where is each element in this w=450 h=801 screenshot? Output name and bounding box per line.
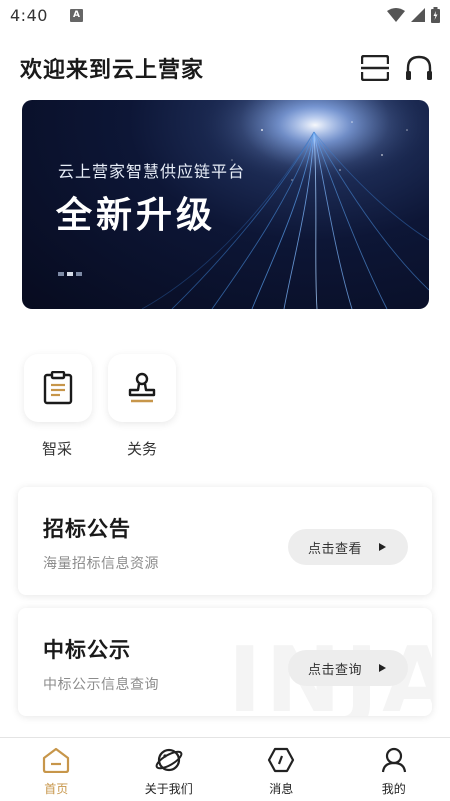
shortcut-label: 关务: [126, 440, 157, 458]
play-arrow-icon: [379, 543, 386, 551]
message-icon: [268, 747, 295, 773]
wifi-icon: [387, 8, 405, 22]
query-button-label: 点击查询: [308, 662, 363, 678]
nav-label: 首页: [44, 782, 69, 796]
card-title: 中标公示: [43, 638, 131, 662]
battery-icon: [431, 7, 440, 23]
nav-item-about-us[interactable]: 关于我们: [113, 738, 226, 801]
scan-button[interactable]: [359, 52, 391, 84]
banner-dot[interactable]: [58, 272, 64, 276]
bottom-nav: 首页 关于我们 消息 我的: [0, 737, 450, 801]
nav-label: 我的: [381, 782, 406, 796]
scan-icon: [361, 55, 389, 81]
nav-item-messages[interactable]: 消息: [225, 738, 338, 801]
shortcut-customs[interactable]: 关务: [108, 354, 176, 459]
customer-service-button[interactable]: [403, 52, 435, 84]
promo-banner[interactable]: 云上营家智慧供应链平台 全新升级: [22, 100, 429, 309]
status-icons: [387, 7, 440, 23]
user-icon-wrap: [379, 746, 409, 774]
nav-item-home[interactable]: 首页: [0, 738, 113, 801]
banner-subtitle: 云上营家智慧供应链平台: [58, 162, 246, 181]
stamp-icon: [128, 372, 156, 403]
card-title: 招标公告: [43, 517, 131, 541]
nav-label: 关于我们: [144, 782, 193, 796]
shortcut-icon-box: [24, 354, 92, 422]
signal-icon: [411, 8, 425, 22]
headset-icon: [406, 55, 432, 80]
banner-dot-active[interactable]: [67, 272, 73, 276]
winning-bid-card[interactable]: INJA 中标公示 中标公示信息查询 点击查询: [18, 608, 432, 716]
query-button[interactable]: 点击查询: [288, 650, 408, 686]
card-description: 海量招标信息资源: [43, 556, 159, 572]
notification-badge: A: [69, 8, 83, 22]
nav-item-profile[interactable]: 我的: [338, 738, 450, 801]
shortcut-icon-box: [108, 354, 176, 422]
banner-pagination: [58, 272, 82, 276]
planet-icon-wrap: [154, 746, 184, 774]
clipboard-icon: [43, 371, 73, 405]
nav-label: 消息: [269, 782, 294, 796]
planet-icon: [155, 748, 183, 772]
message-icon-wrap: [266, 746, 296, 774]
header: 欢迎来到云上营家: [20, 48, 435, 88]
home-icon: [43, 747, 70, 773]
bid-announcement-card[interactable]: 招标公告 海量招标信息资源 点击查看: [18, 487, 432, 595]
status-bar: 4:40 A: [0, 0, 450, 30]
view-button-label: 点击查看: [308, 541, 363, 557]
view-button[interactable]: 点击查看: [288, 529, 408, 565]
card-description: 中标公示信息查询: [43, 677, 159, 693]
shortcut-smart-procurement[interactable]: 智采: [24, 354, 92, 459]
play-arrow-icon: [379, 664, 386, 672]
banner-headline: 全新升级: [56, 195, 217, 236]
shortcut-grid: 智采 关务: [24, 354, 176, 459]
home-icon-wrap: [41, 746, 71, 774]
shortcut-label: 智采: [41, 440, 72, 458]
header-actions: [359, 52, 435, 84]
banner-dot[interactable]: [76, 272, 82, 276]
status-time: 4:40: [10, 5, 48, 25]
user-icon: [381, 747, 406, 773]
page-title: 欢迎来到云上营家: [20, 58, 205, 83]
